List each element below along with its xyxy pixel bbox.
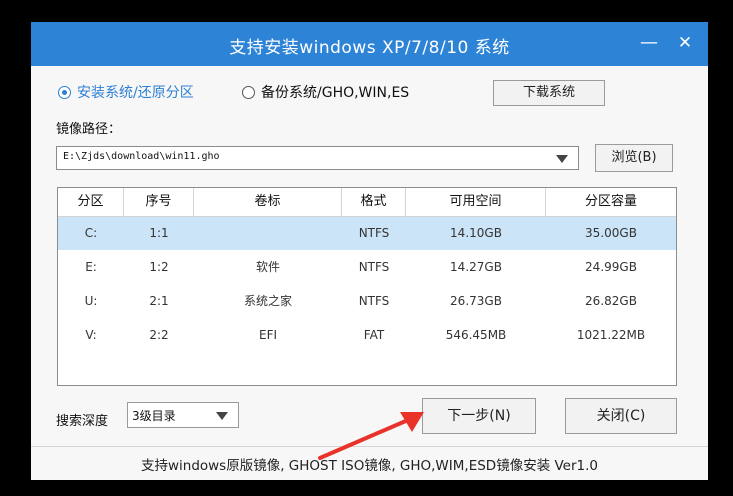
browse-button[interactable]: 浏览(B) (595, 144, 673, 172)
column-header[interactable]: 分区容量 (546, 188, 676, 216)
volume-label-cell (194, 217, 342, 250)
window-title: 支持安装windows XP/7/8/10 系统 (229, 38, 510, 58)
installer-window: 支持安装windows XP/7/8/10 系统 — ✕ 安装系统/还原分区 备… (31, 22, 708, 480)
partition-cell: C: (84, 226, 98, 240)
table-row[interactable]: V: 2:2 EFI FAT 546.45MB 1021.22MB (58, 319, 676, 352)
index-cell: 2:2 (149, 328, 169, 342)
capacity-cell: 35.00GB (585, 226, 637, 240)
partition-cell: E: (85, 260, 97, 274)
image-path-label: 镜像路径： (56, 122, 122, 137)
image-path-value: E:\Zjds\download\win11.gho (63, 151, 220, 162)
partition-table: 分区 序号 卷标 格式 可用空间 分区容量 C: 1:1 NTFS 14.10G… (57, 187, 677, 386)
capacity-cell: 26.82GB (585, 294, 637, 308)
format-cell: NTFS (358, 294, 390, 308)
index-cell: 1:2 (149, 260, 169, 274)
close-button[interactable]: 关闭(C) (565, 398, 677, 434)
column-header[interactable]: 分区 (58, 188, 124, 216)
red-arrow-icon (318, 412, 424, 460)
free-space-cell: 546.45MB (445, 328, 507, 342)
next-button[interactable]: 下一步(N) (422, 398, 536, 434)
free-space-cell: 14.27GB (450, 260, 502, 274)
free-space-cell: 14.10GB (450, 226, 502, 240)
format-cell: FAT (363, 328, 385, 342)
column-header[interactable]: 卷标 (194, 188, 342, 216)
radio-unchecked-icon (242, 85, 255, 99)
partition-cell: U: (84, 294, 98, 308)
column-header[interactable]: 可用空间 (406, 188, 546, 216)
install-radio-label: 安装系统/还原分区 (77, 85, 194, 101)
column-header[interactable]: 序号 (124, 188, 194, 216)
table-header: 分区 序号 卷标 格式 可用空间 分区容量 (58, 188, 676, 217)
volume-label-cell: EFI (258, 328, 278, 342)
table-row[interactable]: U: 2:1 系统之家 NTFS 26.73GB 26.82GB (58, 285, 676, 318)
minimize-button[interactable]: — (636, 30, 662, 56)
volume-label-cell: 系统之家 (243, 294, 292, 308)
table-row[interactable]: E: 1:2 软件 NTFS 14.27GB 24.99GB (58, 251, 676, 284)
install-radio[interactable]: 安装系统/还原分区 (58, 82, 194, 102)
table-row[interactable]: C: 1:1 NTFS 14.10GB 35.00GB (58, 217, 676, 250)
image-path-combobox[interactable]: E:\Zjds\download\win11.gho (56, 146, 579, 170)
chevron-down-icon (216, 412, 228, 420)
dropdown-arrow-icon[interactable] (556, 155, 568, 163)
column-header[interactable]: 格式 (342, 188, 406, 216)
backup-radio-label: 备份系统/GHO,WIN,ES (261, 85, 410, 101)
partition-cell: V: (85, 328, 97, 342)
format-cell: NTFS (358, 260, 390, 274)
free-space-cell: 26.73GB (450, 294, 502, 308)
search-depth-select[interactable]: 3级目录 (127, 402, 239, 428)
volume-label-cell: 软件 (255, 260, 280, 274)
download-system-button[interactable]: 下载系统 (493, 80, 605, 106)
index-cell: 2:1 (149, 294, 169, 308)
format-cell: NTFS (358, 226, 390, 240)
radio-checked-icon (58, 85, 71, 99)
close-window-button[interactable]: ✕ (672, 30, 698, 56)
capacity-cell: 1021.22MB (576, 328, 646, 342)
index-cell: 1:1 (149, 226, 169, 240)
backup-radio[interactable]: 备份系统/GHO,WIN,ES (242, 82, 409, 102)
search-depth-value: 3级目录 (132, 409, 176, 423)
capacity-cell: 24.99GB (585, 260, 637, 274)
search-depth-label: 搜索深度 (56, 414, 109, 429)
title-bar: 支持安装windows XP/7/8/10 系统 — ✕ (31, 22, 708, 66)
